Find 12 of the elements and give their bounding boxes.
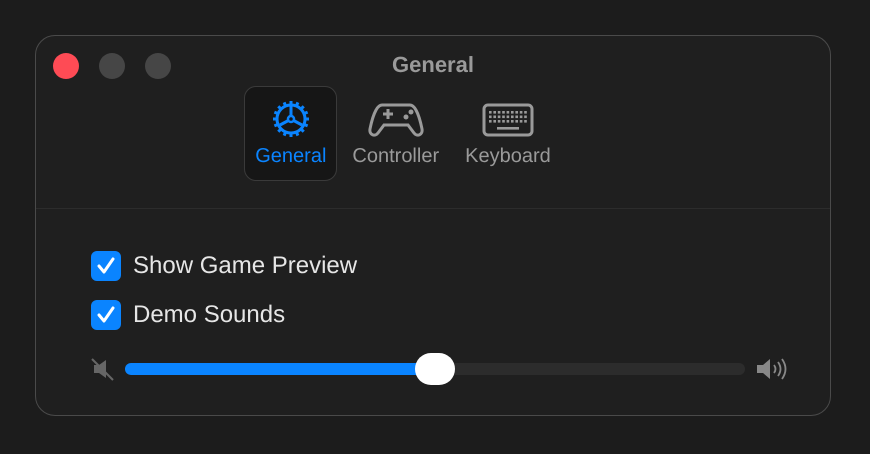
checkbox[interactable] bbox=[91, 300, 121, 330]
window-title: General bbox=[392, 51, 474, 78]
checkbox[interactable] bbox=[91, 251, 121, 281]
checkbox-label: Show Game Preview bbox=[133, 252, 358, 280]
toolbar-tab[interactable]: Keyboard bbox=[454, 86, 562, 181]
toolbar-tab[interactable]: General bbox=[244, 86, 338, 181]
slider-thumb[interactable] bbox=[415, 353, 455, 385]
toolbar-tab[interactable]: Controller bbox=[341, 86, 450, 181]
mute-icon bbox=[91, 357, 115, 381]
close-button[interactable] bbox=[53, 53, 79, 79]
checkbox-label: Demo Sounds bbox=[133, 301, 286, 329]
volume-slider[interactable] bbox=[125, 353, 745, 385]
